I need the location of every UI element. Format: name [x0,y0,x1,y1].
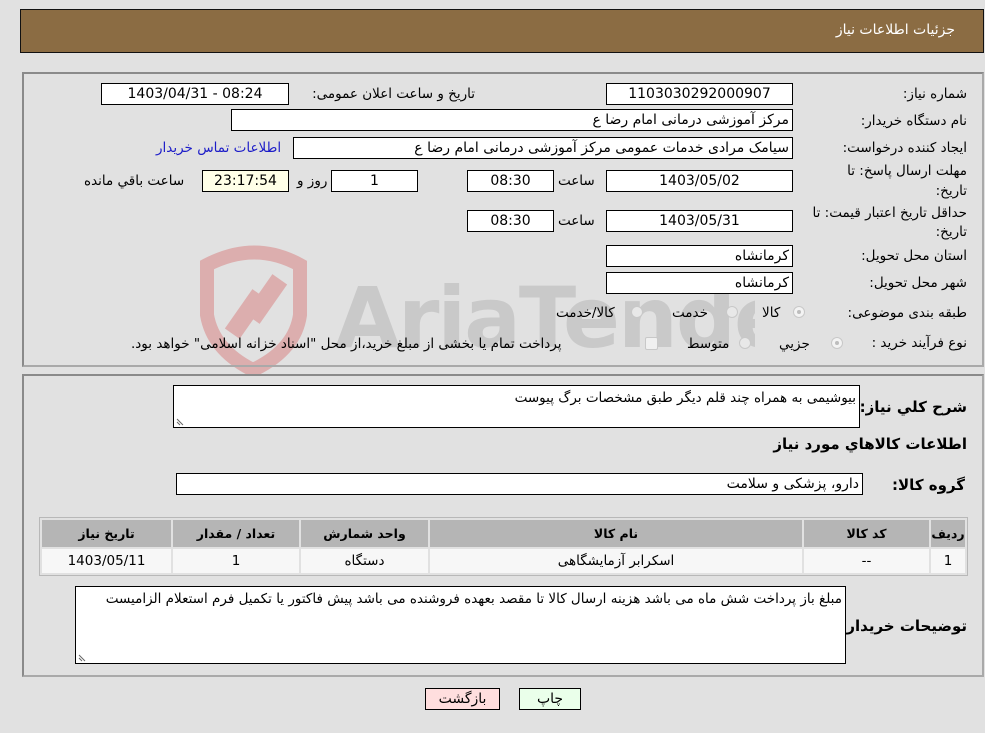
category-radio-service[interactable] [726,306,738,318]
process-label: نوع فرآیند خرید : [871,335,967,351]
page-header: جزئیات اطلاعات نیاز [20,9,984,53]
treasury-checkbox[interactable] [645,337,658,350]
col-quantity: تعداد / مقدار [173,520,299,547]
goods-group-field: دارو، پزشکی و سلامت [176,473,863,495]
resize-grip-icon[interactable] [78,652,88,662]
process-option-medium: متوسط [687,336,730,352]
buyer-org-field: مرکز آموزشی درمانی امام رضا ع [231,109,793,131]
buyer-notes-text: مبلغ باز پرداخت شش ماه می باشد هزینه ارس… [105,591,842,607]
cell-name: اسکرابر آزمایشگاهی [430,549,802,573]
resize-grip-icon[interactable] [176,416,186,426]
category-label: طبقه بندی موضوعی: [847,305,967,321]
creator-label: ایجاد کننده درخواست: [842,140,967,156]
city-field: کرمانشاه [606,272,793,294]
announce-datetime-field: 1403/04/31 - 08:24 [101,83,289,105]
buyer-notes-label: توضیحات خریدار: [840,617,967,635]
cell-need-date: 1403/05/11 [42,549,171,573]
province-field: کرمانشاه [606,245,793,267]
goods-section-title: اطلاعات کالاهاي مورد نياز [773,435,967,453]
page-title: جزئیات اطلاعات نیاز [835,22,955,38]
goods-table-wrapper: ردیف کد کالا نام کالا واحد شمارش تعداد /… [39,517,968,576]
col-unit: واحد شمارش [301,520,428,547]
goods-table: ردیف کد کالا نام کالا واحد شمارش تعداد /… [40,518,967,575]
description-textarea[interactable]: بیوشیمی به همراه چند قلم دیگر طبق مشخصات… [173,385,860,428]
category-option-goods: کالا [762,305,781,321]
reply-deadline-label: مهلت ارسال پاسخ: تا [847,163,967,179]
remaining-time-label: ساعت باقي مانده [84,173,185,189]
col-name: نام کالا [430,520,802,547]
process-option-minor: جزيي [779,336,810,352]
price-validity-label-line2: تاریخ: [935,224,967,240]
table-row: 1 -- اسکرابر آزمایشگاهی دستگاه 1 1403/05… [42,549,965,573]
province-label: استان محل تحویل: [861,248,967,264]
col-need-date: تاریخ نیاز [42,520,171,547]
reply-deadline-label-line2: تاریخ: [935,183,967,199]
price-validity-time-label: ساعت [558,213,595,229]
category-radio-goods-service[interactable] [631,306,643,318]
goods-table-header: ردیف کد کالا نام کالا واحد شمارش تعداد /… [42,520,965,547]
need-number-label: شماره نیاز: [902,86,967,102]
back-button[interactable]: بازگشت [425,688,500,710]
description-label: شرح کلي نياز: [859,398,967,416]
creator-field: سیامک مرادی خدمات عمومی مرکز آموزشی درما… [293,137,793,159]
category-option-service: خدمت [672,305,708,321]
goods-group-label: گروه کالا: [892,476,965,494]
cell-code: -- [804,549,929,573]
price-validity-label: حداقل تاریخ اعتبار قیمت: تا [812,205,967,221]
process-radio-minor[interactable] [831,337,843,349]
description-text: بیوشیمی به همراه چند قلم دیگر طبق مشخصات… [514,390,856,406]
cell-quantity: 1 [173,549,299,573]
print-button[interactable]: چاپ [519,688,581,710]
buyer-contact-link[interactable]: اطلاعات تماس خریدار [156,140,281,156]
remaining-time-field: 23:17:54 [202,170,289,192]
col-code: کد کالا [804,520,929,547]
buyer-org-label: نام دستگاه خریدار: [860,113,967,129]
price-validity-date-field: 1403/05/31 [606,210,793,232]
remaining-days-field: 1 [331,170,418,192]
treasury-note: پرداخت تمام یا بخشی از مبلغ خرید،از محل … [131,336,562,352]
reply-time-field: 08:30 [467,170,554,192]
process-radio-medium[interactable] [739,337,751,349]
col-row: ردیف [931,520,965,547]
reply-date-field: 1403/05/02 [606,170,793,192]
reply-time-label: ساعت [558,173,595,189]
cell-row: 1 [931,549,965,573]
price-validity-time-field: 08:30 [467,210,554,232]
announce-label: تاریخ و ساعت اعلان عمومی: [312,86,475,102]
buyer-notes-textarea[interactable]: مبلغ باز پرداخت شش ماه می باشد هزینه ارس… [75,586,846,664]
cell-unit: دستگاه [301,549,428,573]
category-radio-goods[interactable] [793,306,805,318]
days-label: روز و [297,173,328,189]
need-number-field: 1103030292000907 [606,83,793,105]
city-label: شهر محل تحویل: [869,275,967,291]
category-option-goods-service: کالا/خدمت [556,305,615,321]
